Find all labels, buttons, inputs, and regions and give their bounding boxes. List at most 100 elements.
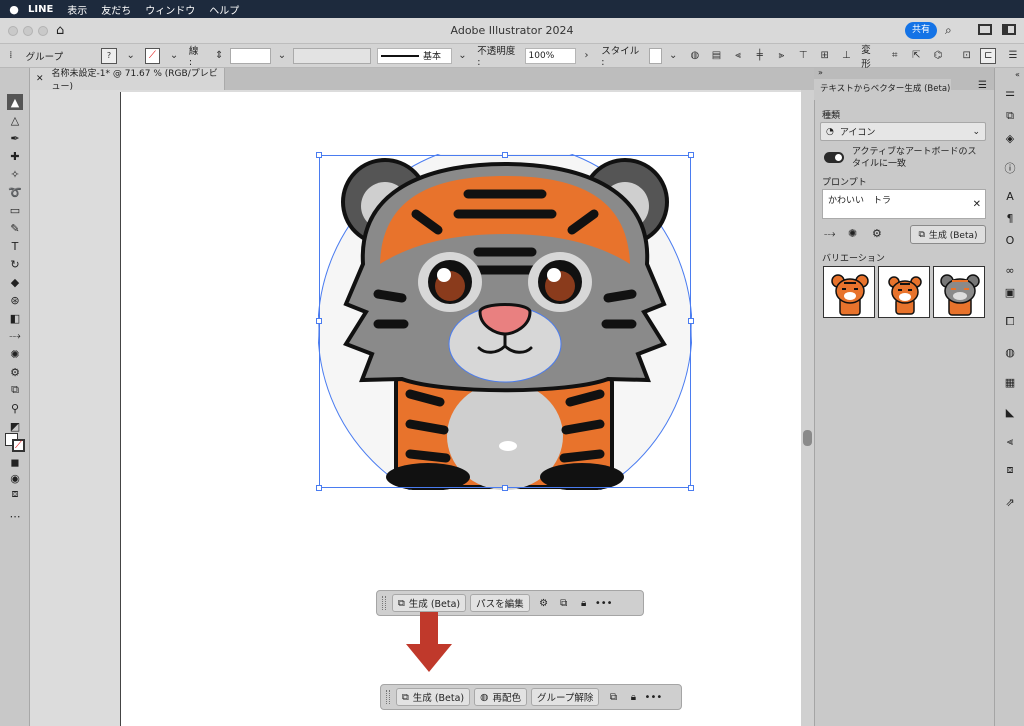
lock-icon[interactable]: 🔒︎	[625, 689, 641, 705]
grip-handle-icon[interactable]	[386, 690, 390, 704]
default-colors-icon[interactable]: ◩	[7, 418, 23, 434]
recolor-artwork-icon[interactable]: ◍	[687, 48, 703, 64]
variable-width-select[interactable]	[292, 47, 372, 64]
align-left-icon[interactable]: ⫷	[730, 48, 746, 64]
rectangle-tool-icon[interactable]: ▭	[7, 202, 23, 218]
selection-handle[interactable]	[316, 485, 322, 491]
menu-item-view[interactable]: 表示	[67, 2, 87, 17]
artboard-tool-icon[interactable]: ⧉	[7, 382, 23, 398]
grip-handle-icon[interactable]	[382, 596, 386, 610]
selection-handle[interactable]	[502, 152, 508, 158]
type-tool-icon[interactable]: T	[7, 238, 23, 254]
share-button[interactable]: 共有	[905, 22, 937, 39]
clear-prompt-icon[interactable]: ✕	[973, 199, 981, 210]
symbol-sprayer-tool-icon[interactable]: ⚙	[7, 364, 23, 380]
quick-actions-icon[interactable]: ⊏	[980, 47, 997, 64]
character-panel-icon[interactable]: A	[1002, 188, 1018, 204]
generate-beta-button[interactable]: ⧉ 生成 (Beta)	[396, 688, 471, 706]
stroke-none-swatch-icon[interactable]: ⟋	[144, 47, 161, 64]
align-right-icon[interactable]: ⫸	[774, 48, 790, 64]
pen-tool-icon[interactable]: ✒	[7, 130, 23, 146]
more-options-icon[interactable]: •••	[645, 689, 663, 705]
gradient-panel-icon[interactable]: ◣	[1002, 404, 1018, 420]
detail-icon[interactable]: ✺	[848, 227, 857, 240]
align-middle-icon[interactable]: ⊞	[817, 48, 833, 64]
opacity-input[interactable]: 100%	[524, 47, 576, 64]
panel-menu-icon[interactable]: ☰	[978, 80, 987, 91]
envelope-icon[interactable]: ⌬	[930, 48, 946, 64]
prompt-input[interactable]: かわいい トラ ✕	[822, 189, 986, 219]
opentype-panel-icon[interactable]: O	[1002, 232, 1018, 248]
selection-handle[interactable]	[316, 318, 322, 324]
color-panel-icon[interactable]: ◍	[1002, 344, 1018, 360]
export-panel-icon[interactable]: ⇗	[1002, 494, 1018, 510]
generate-beta-button[interactable]: ⧉ 生成 (Beta)	[392, 594, 467, 612]
selection-handle[interactable]	[688, 152, 694, 158]
chevron-down-icon[interactable]: ⌄	[274, 48, 290, 64]
lock-icon[interactable]: 🔒︎	[576, 595, 592, 611]
document-tab[interactable]: ✕ 名称未設定-1* @ 71.67 % (RGB/プレビュー)	[30, 68, 225, 92]
screen-mode-icon[interactable]: ⧈	[7, 486, 23, 502]
ungroup-button[interactable]: グループ解除	[530, 688, 600, 706]
duplicate-icon[interactable]: ⧉	[556, 595, 572, 611]
selection-handle[interactable]	[316, 152, 322, 158]
paintbrush-tool-icon[interactable]: ✎	[7, 220, 23, 236]
search-icon[interactable]: ⌕	[945, 23, 952, 38]
variation-thumbnail[interactable]	[933, 266, 985, 318]
apple-icon[interactable]: ●	[0, 3, 28, 16]
selection-handle[interactable]	[502, 485, 508, 491]
arrange-documents-icon[interactable]	[978, 24, 992, 35]
panel-collapse-icon[interactable]: »	[818, 68, 823, 77]
panel-generate-button[interactable]: ⧉ 生成 (Beta)	[910, 225, 986, 244]
variation-thumbnail[interactable]	[823, 266, 875, 318]
select-similar-icon[interactable]: ⊡	[959, 48, 975, 64]
type-select[interactable]: ◔ アイコン ⌄	[820, 122, 986, 141]
menu-item-help[interactable]: ヘルプ	[209, 2, 239, 17]
brush-definition-select[interactable]: 基本	[377, 47, 452, 64]
scrollbar-thumb[interactable]	[803, 430, 812, 446]
vertical-scrollbar[interactable]	[801, 90, 814, 726]
match-style-toggle[interactable]	[824, 152, 844, 163]
align-bottom-icon[interactable]: ⊥	[839, 48, 855, 64]
chevron-right-icon[interactable]: ›	[579, 48, 595, 64]
menu-item-friends[interactable]: 友だち	[101, 2, 131, 17]
libraries-panel-icon[interactable]: ⧉	[1002, 108, 1018, 124]
swatches-panel-icon[interactable]: ▦	[1002, 374, 1018, 390]
isolate-group-icon[interactable]: ⇱	[909, 48, 925, 64]
pathfinder-panel-icon[interactable]: ⧈	[1002, 462, 1018, 478]
eraser-tool-icon[interactable]: ◆	[7, 274, 23, 290]
shape-builder-tool-icon[interactable]: ⊛	[7, 292, 23, 308]
asset-export-panel-icon[interactable]: ▣	[1002, 284, 1018, 300]
rotate-tool-icon[interactable]: ↻	[7, 256, 23, 272]
properties-panel-icon[interactable]: ⚌	[1002, 84, 1018, 100]
chevron-down-icon[interactable]: ⌄	[665, 48, 681, 64]
dock-collapse-icon[interactable]: «	[1015, 70, 1020, 79]
workspace-icon[interactable]	[1002, 24, 1016, 35]
close-tab-icon[interactable]: ✕	[36, 74, 44, 84]
chevron-down-icon[interactable]: ⌄	[166, 48, 182, 64]
links-panel-icon[interactable]: ∞	[1002, 262, 1018, 278]
more-options-icon[interactable]: •••	[595, 595, 613, 611]
selection-handle[interactable]	[688, 485, 694, 491]
symbols-panel-icon[interactable]: ⧠	[1002, 314, 1018, 330]
chevron-down-icon[interactable]: ⌄	[455, 48, 471, 64]
color-mode-icon[interactable]: ◼	[7, 454, 23, 470]
more-tools-icon[interactable]: ⋯	[7, 508, 23, 524]
eyedropper-icon[interactable]: ⤏	[824, 227, 835, 241]
magic-wand-tool-icon[interactable]: ✧	[7, 166, 23, 182]
settings-icon[interactable]: ⚙	[536, 595, 552, 611]
duplicate-icon[interactable]: ⧉	[605, 689, 621, 705]
settings-icon[interactable]: ⚙	[872, 227, 882, 240]
eyedropper-tool-icon[interactable]: ⤏	[7, 328, 23, 344]
stroke-weight-input[interactable]	[229, 47, 272, 64]
edit-path-button[interactable]: パスを編集	[470, 594, 530, 612]
transform-link[interactable]: 変形	[861, 42, 880, 70]
variation-thumbnail[interactable]	[878, 266, 930, 318]
curvature-tool-icon[interactable]: ✚	[7, 148, 23, 164]
selection-tool-icon[interactable]: ▲	[7, 94, 23, 110]
document-setup-icon[interactable]: ▤	[709, 48, 725, 64]
align-center-icon[interactable]: ╪	[752, 48, 768, 64]
fill-swatch-icon[interactable]: ?	[101, 47, 117, 64]
panel-menu-icon[interactable]: ☰	[1005, 48, 1021, 64]
direct-selection-tool-icon[interactable]: △	[7, 112, 23, 128]
